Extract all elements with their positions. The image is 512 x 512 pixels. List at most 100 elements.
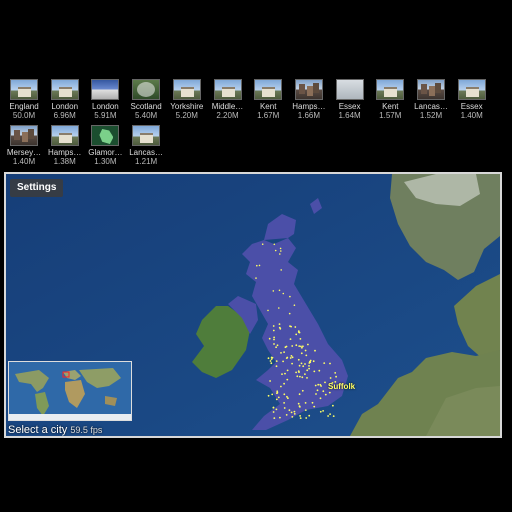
thumbnail-label: Scotland: [130, 102, 162, 111]
city-dot: [273, 417, 276, 419]
city-dot: [286, 378, 289, 381]
thumbnail-label: Kent: [259, 102, 277, 111]
thumbnail-size: 5.40M: [134, 111, 158, 120]
city-dot: [274, 249, 277, 252]
thumbnail-item[interactable]: England 50.0M: [4, 79, 44, 120]
thumbnail-item[interactable]: London 5.91M: [85, 79, 125, 120]
city-dot: [275, 408, 278, 411]
city-dot: [298, 364, 301, 367]
city-dot: [334, 372, 337, 374]
thumbnail-size: 1.64M: [338, 111, 361, 120]
city-dot: [278, 323, 281, 325]
city-dot: [270, 362, 273, 365]
thumbnail-label: London: [51, 102, 79, 111]
thumbnail-item[interactable]: Lancas… 1.52M: [411, 79, 451, 120]
city-dot: [284, 346, 287, 349]
status-text: Select a city: [8, 424, 68, 436]
manor-photo-icon: [172, 79, 201, 100]
city-dot: [275, 346, 277, 349]
thumbnail-size: 1.21M: [134, 157, 158, 166]
city-dot: [298, 345, 301, 347]
city-dot: [286, 395, 288, 398]
manor-photo-icon: [50, 125, 79, 146]
city-dot: [255, 277, 257, 279]
manor-photo-icon: [10, 79, 38, 100]
tree-photo-icon: [132, 79, 161, 100]
city-dot: [278, 289, 281, 292]
status-bar: Select a city 59.5 fps: [8, 424, 102, 436]
city-dot: [291, 345, 294, 347]
thumbnail-item[interactable]: Mersey… 1.40M: [4, 125, 44, 166]
manor-photo-icon: [213, 79, 242, 100]
thumbnail-label: London: [92, 102, 119, 111]
city-dot: [294, 326, 297, 328]
fog-photo-icon: [335, 79, 364, 100]
overview-minimap[interactable]: [8, 361, 132, 421]
thumbnail-item[interactable]: London 6.96M: [45, 79, 85, 120]
thumbnail-size: 1.67M: [257, 111, 280, 120]
city-dot: [276, 344, 279, 347]
city-dot: [311, 401, 314, 404]
city-dot: [323, 362, 326, 364]
thumbnail-item[interactable]: Essex 1.40M: [452, 79, 492, 120]
thumbnail-item[interactable]: Lancas… 1.21M: [126, 125, 166, 166]
thumbnail-item[interactable]: Yorkshire 5.20M: [167, 79, 207, 120]
city-dot: [258, 264, 261, 267]
city-dot: [283, 382, 285, 385]
city-dot: [315, 393, 317, 395]
city-dot: [279, 253, 281, 255]
city-dot: [269, 380, 271, 382]
thumbnail-item[interactable]: Hamps… 1.66M: [289, 79, 329, 120]
city-dot: [256, 264, 258, 267]
city-dot: [272, 329, 275, 332]
map-view[interactable]: Settings Suffolk Select a city 59.5 fps: [4, 172, 502, 438]
city-dot: [267, 309, 269, 312]
thumbnail-size: 1.30M: [94, 157, 117, 166]
city-dot: [273, 243, 276, 246]
city-dot: [298, 331, 300, 334]
city-dot: [283, 393, 286, 396]
city-dot: [332, 404, 334, 407]
city-dot: [272, 290, 275, 292]
settings-button[interactable]: Settings: [10, 179, 64, 197]
thumbnail-item[interactable]: Kent 1.67M: [248, 79, 288, 120]
thumbnail-item[interactable]: Kent 1.57M: [370, 79, 410, 120]
city-dot: [280, 352, 282, 354]
city-dot: [283, 407, 286, 409]
city-dot: [289, 295, 291, 298]
city-dot: [290, 325, 292, 328]
thumbnail-label: Hamps…: [48, 148, 82, 157]
thumbnail-item[interactable]: Essex 1.64M: [330, 79, 370, 120]
thumbnail-size: 1.40M: [460, 111, 483, 120]
thumbnail-item[interactable]: Glamor… 1.30M: [85, 125, 125, 166]
thumbnail-label: Mersey…: [6, 148, 42, 157]
city-dot: [314, 349, 316, 352]
thumbnail-item[interactable]: Scotland 5.40M: [126, 79, 166, 120]
world-map-image: [9, 362, 131, 420]
thumbnail-label: Lancas…: [129, 148, 163, 157]
thumbnail-label: Lancas…: [414, 102, 448, 111]
city-dot: [267, 394, 270, 397]
thumbnail-item[interactable]: Middle… 2.20M: [208, 79, 248, 120]
thumbnail-item[interactable]: Hamps… 1.38M: [45, 125, 85, 166]
city-dot: [270, 356, 273, 359]
city-dot: [306, 369, 309, 372]
manor-photo-icon: [132, 125, 161, 146]
city-dot: [290, 355, 293, 357]
city-dot: [286, 369, 289, 372]
thumbnail-label: Glamor…: [88, 148, 123, 157]
thumbnail-label: Kent: [382, 102, 399, 111]
city-dot: [273, 338, 275, 341]
thumbnail-size: 1.66M: [297, 111, 320, 120]
thumbnail-size: 1.38M: [53, 157, 76, 166]
city-dot: [316, 389, 319, 392]
city-dot: [282, 292, 285, 295]
city-dot: [314, 384, 317, 387]
city-dot: [299, 415, 301, 417]
city-dot: [300, 352, 303, 355]
city-dot: [329, 377, 332, 379]
city-dot: [329, 413, 331, 415]
thumbnail-size: 1.40M: [12, 157, 36, 166]
thumbnail-size: 1.52M: [419, 111, 443, 120]
city-dot: [289, 357, 292, 359]
